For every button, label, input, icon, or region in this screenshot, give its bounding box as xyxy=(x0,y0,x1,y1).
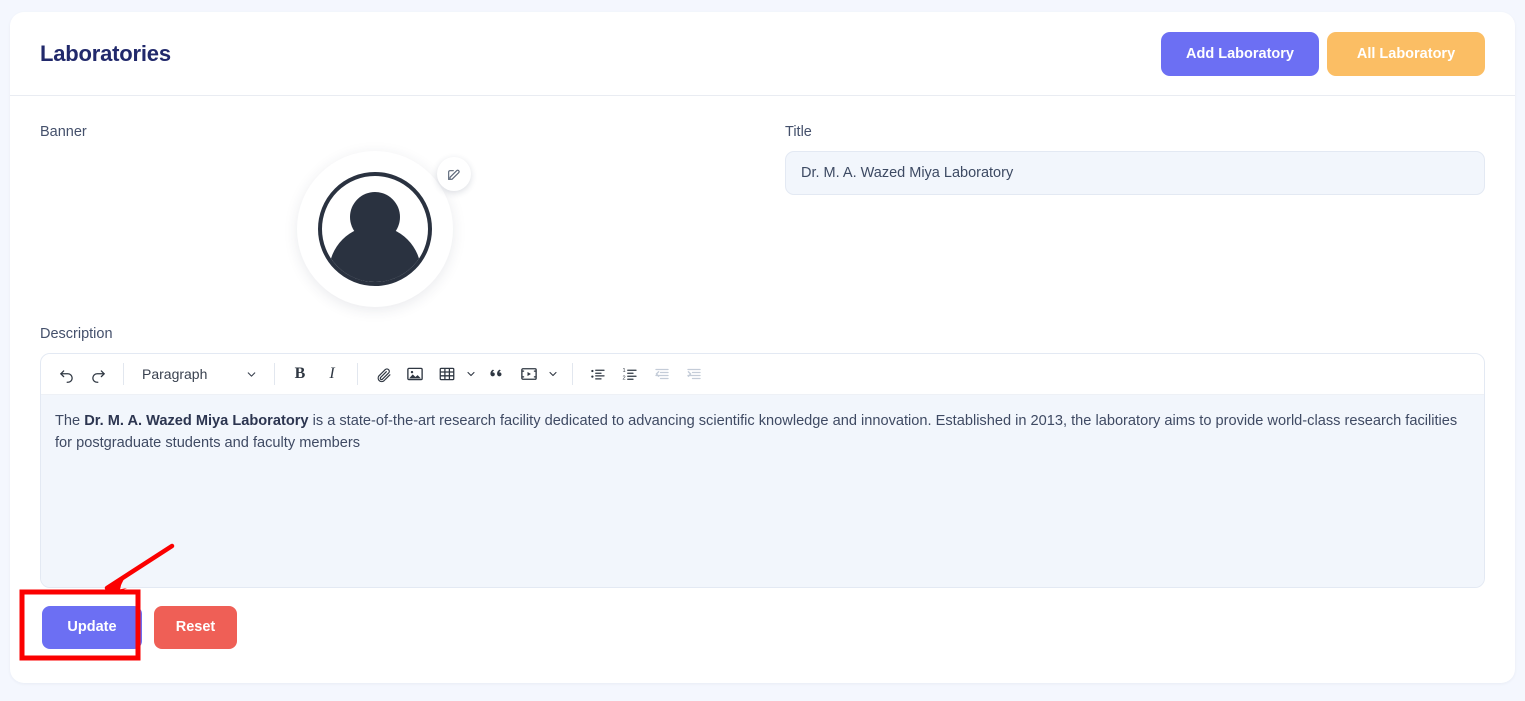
description-paragraph: The Dr. M. A. Wazed Miya Laboratory is a… xyxy=(55,410,1470,454)
chevron-down-icon xyxy=(465,368,477,380)
banner-field: Banner xyxy=(40,124,785,307)
page-root: Laboratories Add Laboratory All Laborato… xyxy=(0,0,1525,701)
table-icon[interactable] xyxy=(432,359,462,389)
outdent-icon[interactable] xyxy=(647,359,677,389)
avatar-placeholder-icon xyxy=(318,172,432,286)
media-group xyxy=(514,359,562,389)
reset-button[interactable]: Reset xyxy=(154,606,237,649)
media-icon[interactable] xyxy=(514,359,544,389)
card-body: Banner xyxy=(10,96,1515,649)
picture-glyph xyxy=(406,365,424,383)
chevron-down-icon xyxy=(547,368,559,380)
description-label: Description xyxy=(40,326,1485,342)
card-header: Laboratories Add Laboratory All Laborato… xyxy=(10,12,1515,96)
avatar-body-shape xyxy=(329,226,421,286)
svg-text:1: 1 xyxy=(623,368,626,374)
edit-banner-button[interactable] xyxy=(437,157,471,191)
toolbar-divider xyxy=(357,363,358,385)
toolbar-divider xyxy=(572,363,573,385)
toolbar-divider xyxy=(274,363,275,385)
table-dropdown-icon[interactable] xyxy=(462,361,480,387)
rich-text-editor: Paragraph B I xyxy=(40,353,1485,588)
toolbar-divider xyxy=(123,363,124,385)
update-button[interactable]: Update xyxy=(42,606,142,649)
image-icon[interactable] xyxy=(400,359,430,389)
paragraph-style-value: Paragraph xyxy=(142,366,207,382)
numbered-list-icon[interactable]: 1 2 xyxy=(615,359,645,389)
add-laboratory-button[interactable]: Add Laboratory xyxy=(1161,32,1319,76)
redo-arrow-glyph xyxy=(90,366,107,383)
svg-text:2: 2 xyxy=(623,376,626,382)
header-actions: Add Laboratory All Laboratory xyxy=(1161,32,1485,76)
undo-arrow-glyph xyxy=(58,366,75,383)
all-laboratory-button[interactable]: All Laboratory xyxy=(1327,32,1485,76)
banner-label: Banner xyxy=(40,124,785,140)
description-field: Description xyxy=(40,326,1485,588)
redo-icon[interactable] xyxy=(83,359,113,389)
media-dropdown-icon[interactable] xyxy=(544,361,562,387)
editor-toolbar: Paragraph B I xyxy=(41,354,1484,395)
bullet-list-icon[interactable] xyxy=(583,359,613,389)
top-fields-row: Banner xyxy=(40,124,1485,307)
chevron-down-icon xyxy=(245,368,258,381)
title-input[interactable] xyxy=(785,151,1485,195)
numbered-list-glyph: 1 2 xyxy=(621,365,639,383)
table-group xyxy=(432,359,480,389)
description-editor-content[interactable]: The Dr. M. A. Wazed Miya Laboratory is a… xyxy=(41,395,1484,587)
table-grid-glyph xyxy=(438,365,456,383)
edit-pencil-icon xyxy=(446,166,462,182)
bulleted-list-glyph xyxy=(589,365,607,383)
link-icon[interactable] xyxy=(368,359,398,389)
quote-glyph xyxy=(488,365,506,383)
paragraph-style-select[interactable]: Paragraph xyxy=(134,359,264,389)
video-glyph xyxy=(520,365,538,383)
increase-indent-glyph xyxy=(685,365,703,383)
title-label: Title xyxy=(785,124,1485,140)
bold-icon[interactable]: B xyxy=(285,359,315,389)
paperclip-glyph xyxy=(375,366,392,383)
blockquote-icon[interactable] xyxy=(482,359,512,389)
undo-icon[interactable] xyxy=(51,359,81,389)
indent-icon[interactable] xyxy=(679,359,709,389)
banner-uploader[interactable] xyxy=(297,151,453,307)
form-actions: Update Reset xyxy=(40,606,1485,649)
laboratories-card: Laboratories Add Laboratory All Laborato… xyxy=(10,12,1515,683)
decrease-indent-glyph xyxy=(653,365,671,383)
avatar xyxy=(297,151,453,307)
title-field: Title xyxy=(785,124,1485,195)
description-text-lead: The xyxy=(55,413,84,429)
description-text-bold: Dr. M. A. Wazed Miya Laboratory xyxy=(84,413,308,429)
italic-icon[interactable]: I xyxy=(317,359,347,389)
page-title: Laboratories xyxy=(40,41,171,67)
